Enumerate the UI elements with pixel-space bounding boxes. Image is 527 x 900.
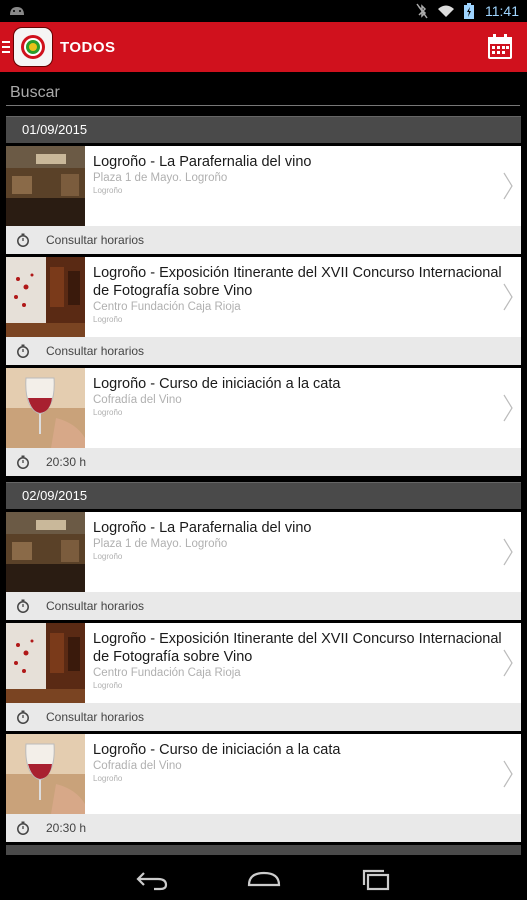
calendar-icon[interactable] xyxy=(485,32,515,62)
system-nav-bar xyxy=(0,858,527,900)
event-title: Logroño - Curso de iniciación a la cata xyxy=(93,376,341,392)
event-city: Logroño xyxy=(93,552,123,561)
clock-icon xyxy=(17,599,29,613)
date-header: 02/09/2015 xyxy=(6,482,521,509)
event-title: Logroño - Exposición Itinerante del XVII… xyxy=(93,265,502,299)
android-notification-icon xyxy=(10,7,24,15)
search-input[interactable] xyxy=(6,80,520,106)
date-section: 02/09/2015 Logroño - La Parafernalia del … xyxy=(0,482,527,842)
event-city: Logroño xyxy=(93,186,123,195)
recents-icon[interactable] xyxy=(358,867,394,891)
menu-icon[interactable] xyxy=(2,38,10,56)
event-schedule-row: Consultar horarios xyxy=(6,703,521,731)
event-title: Logroño - Curso de iniciación a la cata xyxy=(93,742,341,758)
event-schedule: 20:30 h xyxy=(46,821,87,835)
date-header: 01/09/2015 xyxy=(6,116,521,143)
event-card[interactable]: Logroño - La Parafernalia del vino Plaza … xyxy=(6,146,521,254)
event-city: Logroño xyxy=(93,315,123,324)
battery-icon xyxy=(464,3,474,19)
clock-icon xyxy=(17,344,29,358)
clock-icon xyxy=(17,710,29,724)
event-schedule-row: Consultar horarios xyxy=(6,226,521,254)
event-venue: Plaza 1 de Mayo. Logroño xyxy=(93,172,228,184)
clock-icon xyxy=(17,821,29,835)
event-schedule-row: 20:30 h xyxy=(6,448,521,476)
event-card[interactable]: Logroño - La Parafernalia del vino Plaza … xyxy=(6,512,521,620)
event-thumbnail xyxy=(6,146,85,226)
chevron-right-icon[interactable] xyxy=(503,283,513,311)
chevron-right-icon[interactable] xyxy=(503,760,513,788)
chevron-right-icon[interactable] xyxy=(503,172,513,200)
event-title: Logroño - La Parafernalia del vino xyxy=(93,154,312,170)
bluetooth-off-icon xyxy=(416,3,428,19)
event-city: Logroño xyxy=(93,774,123,783)
event-venue: Cofradía del Vino xyxy=(93,394,182,406)
event-venue: Cofradía del Vino xyxy=(93,760,182,772)
event-venue: Centro Fundación Caja Rioja xyxy=(93,301,241,313)
event-schedule: Consultar horarios xyxy=(46,599,145,613)
event-venue: Plaza 1 de Mayo. Logroño xyxy=(93,538,228,550)
clock-icon xyxy=(17,455,29,469)
status-bar: 11:41 xyxy=(0,0,527,22)
event-list[interactable]: 01/09/2015 Logroño - La Parafernalia del … xyxy=(0,110,527,858)
event-thumbnail xyxy=(6,623,85,703)
chevron-right-icon[interactable] xyxy=(503,649,513,677)
chevron-right-icon[interactable] xyxy=(503,538,513,566)
event-thumbnail xyxy=(6,512,85,592)
event-schedule-row: Consultar horarios xyxy=(6,592,521,620)
event-schedule: Consultar horarios xyxy=(46,344,145,358)
event-schedule: Consultar horarios xyxy=(46,710,145,724)
event-city: Logroño xyxy=(93,408,123,417)
event-title: Logroño - La Parafernalia del vino xyxy=(93,520,312,536)
event-thumbnail xyxy=(6,734,85,814)
wifi-icon xyxy=(438,5,454,17)
event-thumbnail xyxy=(6,368,85,448)
event-schedule-row: 20:30 h xyxy=(6,814,521,842)
next-date-header xyxy=(6,845,521,855)
clock-icon xyxy=(17,233,29,247)
event-card[interactable]: Logroño - Curso de iniciación a la cata C… xyxy=(6,734,521,842)
event-schedule: 20:30 h xyxy=(46,455,87,469)
event-venue: Centro Fundación Caja Rioja xyxy=(93,667,241,679)
app-logo-icon[interactable] xyxy=(14,28,52,66)
status-time: 11:41 xyxy=(485,3,519,19)
back-icon[interactable] xyxy=(134,867,170,891)
date-section: 01/09/2015 Logroño - La Parafernalia del … xyxy=(0,116,527,476)
page-title: TODOS xyxy=(60,38,116,56)
search-bar xyxy=(0,72,527,110)
event-card[interactable]: Logroño - Curso de iniciación a la cata C… xyxy=(6,368,521,476)
home-icon[interactable] xyxy=(246,867,282,891)
chevron-right-icon[interactable] xyxy=(503,394,513,422)
event-card[interactable]: Logroño - Exposición Itinerante del XVII… xyxy=(6,257,521,365)
event-city: Logroño xyxy=(93,681,123,690)
event-thumbnail xyxy=(6,257,85,337)
event-schedule: Consultar horarios xyxy=(46,233,145,247)
app-bar: TODOS xyxy=(0,22,527,72)
event-card[interactable]: Logroño - Exposición Itinerante del XVII… xyxy=(6,623,521,731)
event-title: Logroño - Exposición Itinerante del XVII… xyxy=(93,631,502,665)
event-schedule-row: Consultar horarios xyxy=(6,337,521,365)
